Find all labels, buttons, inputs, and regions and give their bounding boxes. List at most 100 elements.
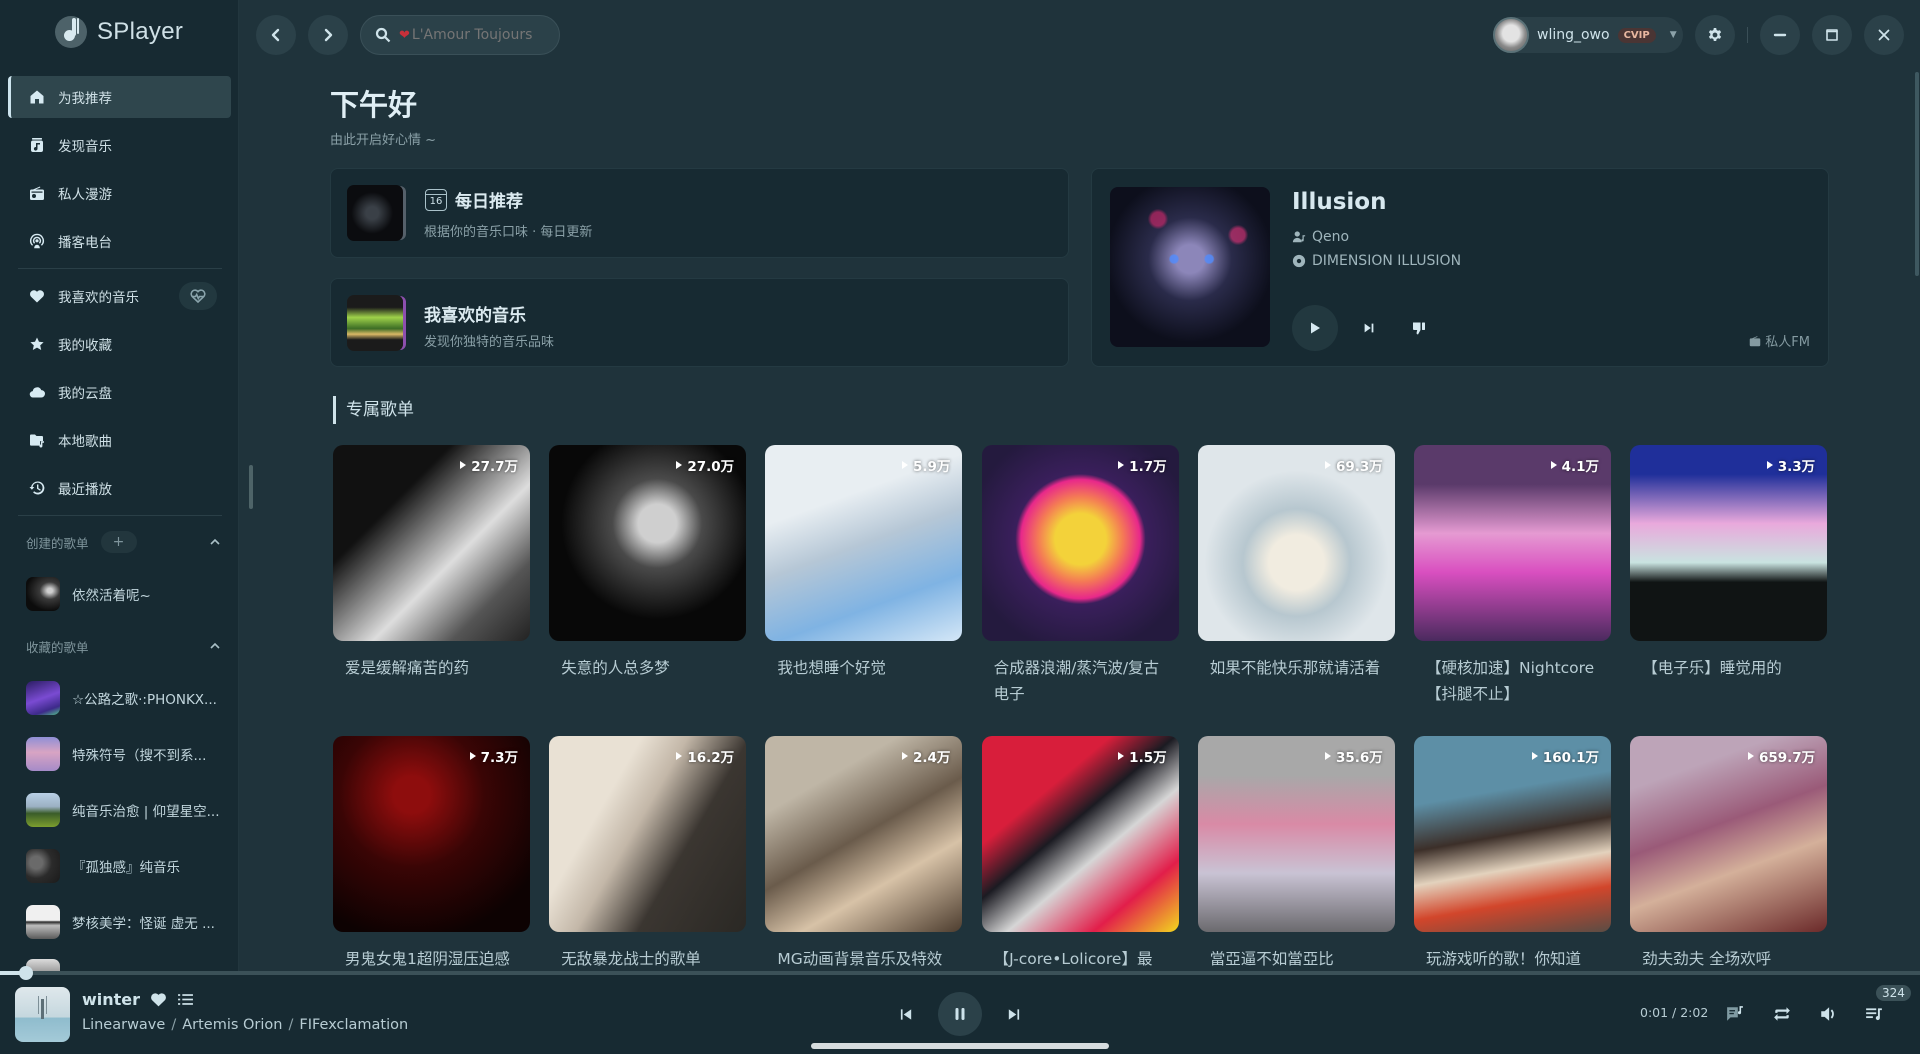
song-title[interactable]: winter xyxy=(82,990,140,1009)
artist-link[interactable]: FIFexclamation xyxy=(299,1017,408,1033)
playlist-cover[interactable]: 160.1万 xyxy=(1414,736,1611,932)
playlist-title[interactable]: 失意的人总多梦 xyxy=(549,655,746,681)
sidebar-item-collections[interactable]: 我的收藏 xyxy=(8,323,231,365)
queue-button[interactable] xyxy=(1863,1003,1885,1025)
minimize-button[interactable] xyxy=(1760,15,1800,55)
repeat-button[interactable] xyxy=(1771,1003,1793,1025)
sidebar-playlist-item[interactable]: 『孤独感』纯音乐 xyxy=(26,848,226,884)
playlist-card[interactable]: 4.1万【硬核加速】Nightcore【抖腿不止】 xyxy=(1414,445,1611,707)
volume-button[interactable] xyxy=(1817,1003,1839,1025)
playlist-cover[interactable]: 27.0万 xyxy=(549,445,747,641)
heartbeat-mode-button[interactable] xyxy=(179,282,217,310)
sidebar-item-recent[interactable]: 最近播放 xyxy=(8,467,231,509)
playlist-title[interactable]: 爱是缓解痛苦的药 xyxy=(333,655,530,681)
sidebar-playlist-item[interactable]: 纯音乐治愈 | 仰望星空... xyxy=(26,792,226,828)
lyrics-button[interactable] xyxy=(1724,1003,1746,1025)
create-playlist-button[interactable]: + xyxy=(100,531,137,553)
now-playing-cover[interactable] xyxy=(15,987,70,1042)
playlist-card[interactable]: 3.3万【电子乐】睡觉用的 xyxy=(1630,445,1828,681)
sidebar-playlist-item[interactable]: 依然活着呢~ xyxy=(26,576,226,612)
search-input[interactable] xyxy=(411,27,542,43)
fm-play-button[interactable] xyxy=(1292,305,1338,351)
playlist-title[interactable]: 【J-core•Lolicore】最 xyxy=(982,946,1179,972)
sidebar-playlist-item[interactable] xyxy=(26,958,226,971)
created-playlists-header[interactable]: 创建的歌单 + xyxy=(26,530,222,554)
fm-next-button[interactable] xyxy=(1356,315,1382,341)
playlist-card[interactable]: 2.4万 MG动画背景音乐及特效 xyxy=(765,736,963,972)
playlist-title[interactable]: 男鬼女鬼1超阴湿压迫感 xyxy=(333,946,530,972)
fm-song-title[interactable]: Illusion xyxy=(1292,189,1386,215)
artist-link[interactable]: Linearwave xyxy=(82,1017,165,1033)
playlist-card[interactable]: 1.5万【J-core•Lolicore】最 xyxy=(981,736,1179,972)
playlist-cover[interactable]: 1.7万 xyxy=(981,445,1179,641)
playlist-title[interactable]: 玩游戏听的歌！你知道 xyxy=(1414,946,1611,972)
sidebar-item-local[interactable]: 本地歌曲 xyxy=(8,419,231,461)
sidebar-playlist-item[interactable]: 特殊符号（搜不到系... xyxy=(26,736,226,772)
chevron-up-icon[interactable] xyxy=(208,639,222,653)
fm-album[interactable]: DIMENSION ILLUSION xyxy=(1292,253,1461,269)
sidebar-item-roaming[interactable]: 私人漫游 xyxy=(8,172,231,214)
playlist-card[interactable]: 5.9万我也想睡个好觉 xyxy=(765,445,963,681)
forward-button[interactable] xyxy=(308,15,348,55)
playlist-cover[interactable]: 3.3万 xyxy=(1630,445,1828,641)
play-pause-button[interactable] xyxy=(938,992,982,1036)
playlist-cover[interactable]: 7.3万 xyxy=(333,736,530,932)
sidebar-item-liked-music[interactable]: 我喜欢的音乐 xyxy=(8,275,231,317)
liked-music-card[interactable]: 我喜欢的音乐 发现你独特的音乐品味 xyxy=(330,278,1069,367)
progress-bar[interactable] xyxy=(0,971,1920,975)
playlist-card[interactable]: 35.6万當亞逼不如當亞比 xyxy=(1197,736,1395,972)
playlist-cover[interactable]: 27.7万 xyxy=(333,445,530,641)
sidebar-item-cloud[interactable]: 我的云盘 xyxy=(8,371,231,413)
playlist-title[interactable]: 當亞逼不如當亞比 xyxy=(1198,946,1395,972)
playlist-title[interactable]: 我也想睡个好觉 xyxy=(765,655,962,681)
playlist-cover[interactable]: 2.4万 xyxy=(765,736,963,932)
playlist-card[interactable]: 27.7万爱是缓解痛苦的药 xyxy=(333,445,530,681)
playlist-card[interactable]: 69.3万如果不能快乐那就请活着 xyxy=(1197,445,1395,681)
sidebar-playlist-item[interactable]: ☆公路之歌·:PHONKX... xyxy=(26,680,226,716)
playlist-title[interactable]: 劲夫劲夫 全场欢呼 xyxy=(1630,946,1827,972)
sidebar-item-podcast[interactable]: 播客电台 xyxy=(8,220,231,262)
sidebar-item-recommend[interactable]: 为我推荐 xyxy=(8,76,231,118)
playlist-cover[interactable]: 16.2万 xyxy=(549,736,747,932)
search-bar[interactable]: ❤ xyxy=(360,15,560,55)
playlist-title[interactable]: 【电子乐】睡觉用的 xyxy=(1630,655,1827,681)
playlist-cover[interactable]: 35.6万 xyxy=(1197,736,1395,932)
playlist-cover[interactable]: 1.5万 xyxy=(981,736,1179,932)
playlist-card[interactable]: 659.7万劲夫劲夫 全场欢呼 xyxy=(1630,736,1828,972)
settings-button[interactable] xyxy=(1695,15,1735,55)
playlist-cover[interactable]: 4.1万 xyxy=(1414,445,1611,641)
artist-link[interactable]: Artemis Orion xyxy=(182,1017,282,1033)
playlist-card[interactable]: 7.3万男鬼女鬼1超阴湿压迫感 xyxy=(333,736,530,972)
app-logo[interactable]: SPlayer xyxy=(55,16,183,48)
heart-icon[interactable] xyxy=(150,991,167,1008)
playlist-title[interactable]: 如果不能快乐那就请活着 xyxy=(1198,655,1395,681)
page-scrollbar[interactable] xyxy=(1915,72,1919,276)
user-menu[interactable]: wling_owo CVIP ▼ xyxy=(1493,17,1683,53)
chevron-up-icon[interactable] xyxy=(208,535,222,549)
playlist-card[interactable]: 16.2万无敌暴龙战士的歌单 xyxy=(549,736,747,972)
fm-artist[interactable]: Qeno xyxy=(1292,229,1349,245)
playlist-title[interactable]: MG动画背景音乐及特效 xyxy=(765,946,962,972)
progress-thumb[interactable] xyxy=(19,966,33,980)
playlist-card[interactable]: 1.7万合成器浪潮/蒸汽波/复古电子 xyxy=(981,445,1179,707)
close-button[interactable] xyxy=(1864,15,1904,55)
playlist-cover[interactable]: 659.7万 xyxy=(1630,736,1828,932)
personal-fm-card[interactable]: Illusion Qeno DIMENSION ILLUSION 私人FM xyxy=(1091,168,1829,367)
playlist-add-icon[interactable] xyxy=(177,991,194,1008)
playlist-card[interactable]: 27.0万失意的人总多梦 xyxy=(549,445,747,681)
daily-recommend-card[interactable]: 16 每日推荐 根据你的音乐口味 · 每日更新 xyxy=(330,168,1069,258)
sidebar-scrollbar[interactable] xyxy=(249,465,253,509)
fm-dislike-button[interactable] xyxy=(1406,315,1432,341)
next-button[interactable] xyxy=(1003,1004,1023,1024)
maximize-button[interactable] xyxy=(1812,15,1852,55)
playlist-card[interactable]: 160.1万玩游戏听的歌！你知道 xyxy=(1414,736,1611,972)
collected-playlists-header[interactable]: 收藏的歌单 xyxy=(26,634,222,658)
playlist-cover[interactable]: 69.3万 xyxy=(1197,445,1395,641)
sidebar-item-discover[interactable]: 发现音乐 xyxy=(8,124,231,166)
playlist-title[interactable]: 无敌暴龙战士的歌单 xyxy=(549,946,746,972)
playlist-title[interactable]: 合成器浪潮/蒸汽波/复古电子 xyxy=(982,655,1179,707)
sidebar-playlist-item[interactable]: 梦核美学：怪诞 虚无 ... xyxy=(26,904,226,940)
previous-button[interactable] xyxy=(896,1004,916,1024)
playlist-title[interactable]: 【硬核加速】Nightcore【抖腿不止】 xyxy=(1414,655,1611,707)
playlist-cover[interactable]: 5.9万 xyxy=(765,445,963,641)
